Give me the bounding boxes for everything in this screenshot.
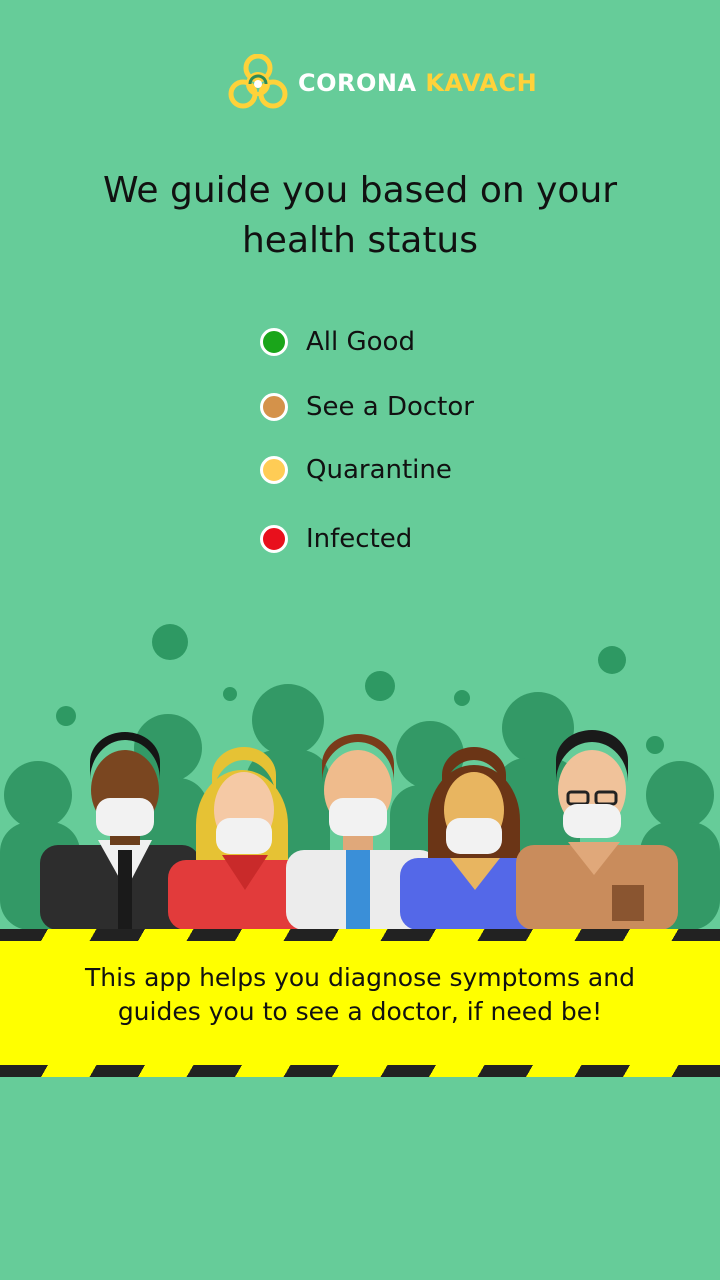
status-label: Quarantine <box>306 455 452 485</box>
biohazard-icon <box>228 54 288 109</box>
masked-people-illustration <box>0 624 720 930</box>
caution-tape-bottom <box>0 1065 720 1077</box>
caution-tape-top <box>0 929 720 941</box>
status-label: All Good <box>306 327 415 357</box>
headline-line1: We guide you based on your <box>102 170 618 211</box>
status-quarantine: Quarantine <box>260 454 452 486</box>
status-dot-red <box>260 525 288 553</box>
banner-line1: This app helps you diagnose symptoms and <box>85 963 635 992</box>
brand-name-part1: CORONA <box>298 69 417 97</box>
headline: We guide you based on your health status <box>60 166 660 266</box>
status-label: Infected <box>306 524 413 554</box>
status-infected: Infected <box>260 523 412 555</box>
status-all-good: All Good <box>260 326 415 358</box>
info-banner: This app helps you diagnose symptoms and… <box>0 929 720 1077</box>
status-dot-yellow <box>260 456 288 484</box>
status-dot-green <box>260 328 288 356</box>
status-see-doctor: See a Doctor <box>260 391 474 423</box>
status-label: See a Doctor <box>306 392 474 422</box>
brand-name: CORONA KAVACH <box>298 69 537 97</box>
banner-text: This app helps you diagnose symptoms and… <box>60 961 660 1029</box>
app-logo: CORONA KAVACH <box>228 54 537 112</box>
headline-line2: health status <box>241 220 479 261</box>
status-dot-orange <box>260 393 288 421</box>
brand-name-part2: KAVACH <box>425 69 538 97</box>
banner-line2: guides you to see a doctor, if need be! <box>117 997 603 1026</box>
